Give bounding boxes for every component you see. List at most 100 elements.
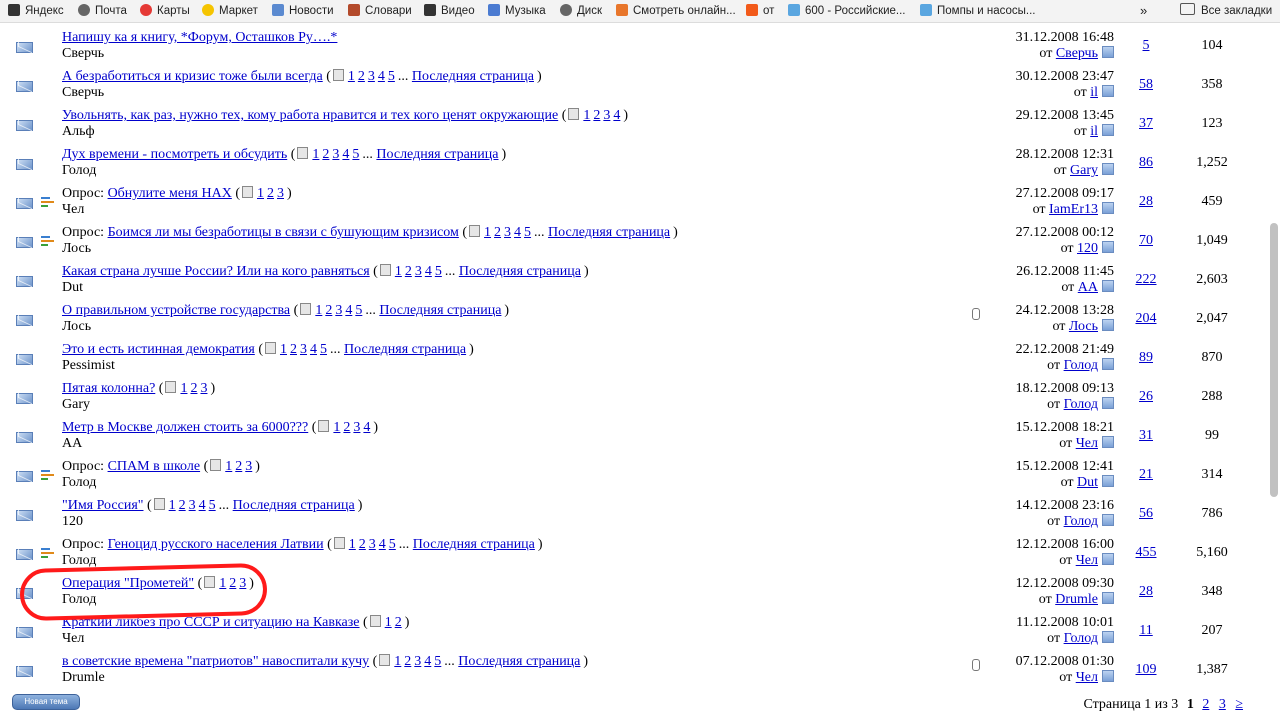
topic-page-link[interactable]: 1 xyxy=(348,69,355,84)
topic-page-link[interactable]: 5 xyxy=(434,654,441,669)
topic-title-link[interactable]: Метр в Москве должен стоить за 6000??? xyxy=(62,420,308,435)
bookmark-7[interactable]: Видео xyxy=(424,3,475,19)
topic-page-link[interactable]: 1 xyxy=(312,147,319,162)
last-poster-link[interactable]: Gary xyxy=(1070,163,1098,178)
topic-page-link[interactable]: 1 xyxy=(315,303,322,318)
topic-title-link[interactable]: А безработиться и кризис тоже были всегд… xyxy=(62,69,323,84)
topic-page-link[interactable]: 1 xyxy=(349,537,356,552)
topic-page-link[interactable]: 1 xyxy=(484,225,491,240)
replies-count-link[interactable]: 31 xyxy=(1126,428,1166,444)
topic-page-link[interactable]: 3 xyxy=(368,69,375,84)
replies-count-link[interactable]: 58 xyxy=(1126,77,1166,93)
topic-page-link[interactable]: 5 xyxy=(352,147,359,162)
topic-title-link[interactable]: Увольнять, как раз, нужно тех, кому рабо… xyxy=(62,108,558,123)
bookmark-8[interactable]: Музыка xyxy=(488,3,546,19)
replies-count-link[interactable]: 70 xyxy=(1126,233,1166,249)
topic-title-link[interactable]: в советские времена "патриотов" навоспит… xyxy=(62,654,369,669)
topic-page-link[interactable]: 1 xyxy=(225,459,232,474)
topic-page-link[interactable]: 3 xyxy=(200,381,207,396)
topic-page-link[interactable]: 2 xyxy=(395,615,402,630)
bookmark-9[interactable]: Диск xyxy=(560,3,602,19)
last-page-link[interactable]: Последняя страница xyxy=(413,537,535,552)
page-link-2[interactable]: 2 xyxy=(1202,697,1209,712)
topic-page-link[interactable]: 1 xyxy=(394,654,401,669)
replies-count-link[interactable]: 26 xyxy=(1126,389,1166,405)
topic-page-link[interactable]: 3 xyxy=(414,654,421,669)
go-to-last-post-icon[interactable] xyxy=(1102,202,1114,214)
replies-count-link[interactable]: 5 xyxy=(1126,38,1166,54)
topic-page-link[interactable]: 2 xyxy=(358,69,365,84)
go-to-last-post-icon[interactable] xyxy=(1102,592,1114,604)
replies-count-link[interactable]: 455 xyxy=(1126,545,1166,561)
last-poster-link[interactable]: il xyxy=(1090,124,1098,139)
go-to-last-post-icon[interactable] xyxy=(1102,319,1114,331)
last-page-link[interactable]: Последняя страница xyxy=(412,69,534,84)
go-to-last-post-icon[interactable] xyxy=(1102,475,1114,487)
last-page-link[interactable]: Последняя страница xyxy=(459,264,581,279)
topic-page-link[interactable]: 3 xyxy=(277,186,284,201)
topic-page-link[interactable]: 5 xyxy=(524,225,531,240)
topic-page-link[interactable]: 1 xyxy=(169,498,176,513)
last-poster-link[interactable]: Чел xyxy=(1076,553,1098,568)
topic-page-link[interactable]: 1 xyxy=(257,186,264,201)
topic-page-link[interactable]: 3 xyxy=(335,303,342,318)
replies-count-link[interactable]: 109 xyxy=(1126,662,1166,678)
last-poster-link[interactable]: Чел xyxy=(1076,436,1098,451)
topic-page-link[interactable]: 5 xyxy=(355,303,362,318)
go-to-last-post-icon[interactable] xyxy=(1102,358,1114,370)
topic-page-link[interactable]: 2 xyxy=(190,381,197,396)
bookmark-12[interactable]: 600 - Российские... xyxy=(788,3,906,19)
replies-count-link[interactable]: 56 xyxy=(1126,506,1166,522)
topic-page-link[interactable]: 2 xyxy=(322,147,329,162)
topic-page-link[interactable]: 4 xyxy=(424,654,431,669)
topic-page-link[interactable]: 3 xyxy=(189,498,196,513)
last-page-link[interactable]: Последняя страница xyxy=(376,147,498,162)
replies-count-link[interactable]: 37 xyxy=(1126,116,1166,132)
topic-page-link[interactable]: 1 xyxy=(395,264,402,279)
last-page-link[interactable]: Последняя страница xyxy=(458,654,580,669)
next-page-link[interactable]: ≥ xyxy=(1235,697,1243,712)
topic-page-link[interactable]: 4 xyxy=(310,342,317,357)
topic-page-link[interactable]: 4 xyxy=(378,69,385,84)
bookmark-2[interactable]: Почта xyxy=(78,3,127,19)
bookmark-11[interactable]: от xyxy=(746,3,774,19)
topic-page-link[interactable]: 3 xyxy=(332,147,339,162)
topic-page-link[interactable]: 2 xyxy=(325,303,332,318)
topic-page-link[interactable]: 3 xyxy=(300,342,307,357)
bookmark-6[interactable]: Словари xyxy=(348,3,412,19)
topic-title-link[interactable]: "Имя Россия" xyxy=(62,498,143,513)
topic-page-link[interactable]: 2 xyxy=(593,108,600,123)
last-poster-link[interactable]: Голод xyxy=(1064,631,1098,646)
topic-page-link[interactable]: 3 xyxy=(603,108,610,123)
go-to-last-post-icon[interactable] xyxy=(1102,46,1114,58)
topic-page-link[interactable]: 1 xyxy=(333,420,340,435)
last-page-link[interactable]: Последняя страница xyxy=(233,498,355,513)
topic-title-link[interactable]: О правильном устройстве государства xyxy=(62,303,290,318)
topic-page-link[interactable]: 3 xyxy=(369,537,376,552)
topic-title-link[interactable]: Пятая колонна? xyxy=(62,381,155,396)
replies-count-link[interactable]: 89 xyxy=(1126,350,1166,366)
go-to-last-post-icon[interactable] xyxy=(1102,241,1114,253)
topic-page-link[interactable]: 1 xyxy=(280,342,287,357)
topic-page-link[interactable]: 5 xyxy=(320,342,327,357)
replies-count-link[interactable]: 86 xyxy=(1126,155,1166,171)
topic-page-link[interactable]: 4 xyxy=(514,225,521,240)
last-poster-link[interactable]: 120 xyxy=(1077,241,1098,256)
all-bookmarks-button[interactable]: Все закладки xyxy=(1180,3,1272,19)
topic-page-link[interactable]: 1 xyxy=(583,108,590,123)
bookmark-10[interactable]: Смотреть онлайн... xyxy=(616,3,736,19)
last-poster-link[interactable]: Чел xyxy=(1076,670,1098,685)
replies-count-link[interactable]: 11 xyxy=(1126,623,1166,639)
topic-title-link[interactable]: Какая страна лучше России? Или на кого р… xyxy=(62,264,370,279)
topic-page-link[interactable]: 3 xyxy=(504,225,511,240)
topic-page-link[interactable]: 2 xyxy=(404,654,411,669)
replies-count-link[interactable]: 204 xyxy=(1126,311,1166,327)
go-to-last-post-icon[interactable] xyxy=(1102,553,1114,565)
topic-title-link[interactable]: Дух времени - посмотреть и обсудить xyxy=(62,147,287,162)
topic-page-link[interactable]: 2 xyxy=(405,264,412,279)
topic-page-link[interactable]: 4 xyxy=(342,147,349,162)
last-poster-link[interactable]: Голод xyxy=(1064,397,1098,412)
bookmarks-overflow-button[interactable]: » xyxy=(1140,3,1147,19)
topic-page-link[interactable]: 5 xyxy=(389,537,396,552)
bookmark-13[interactable]: Помпы и насосы... xyxy=(920,3,1036,19)
